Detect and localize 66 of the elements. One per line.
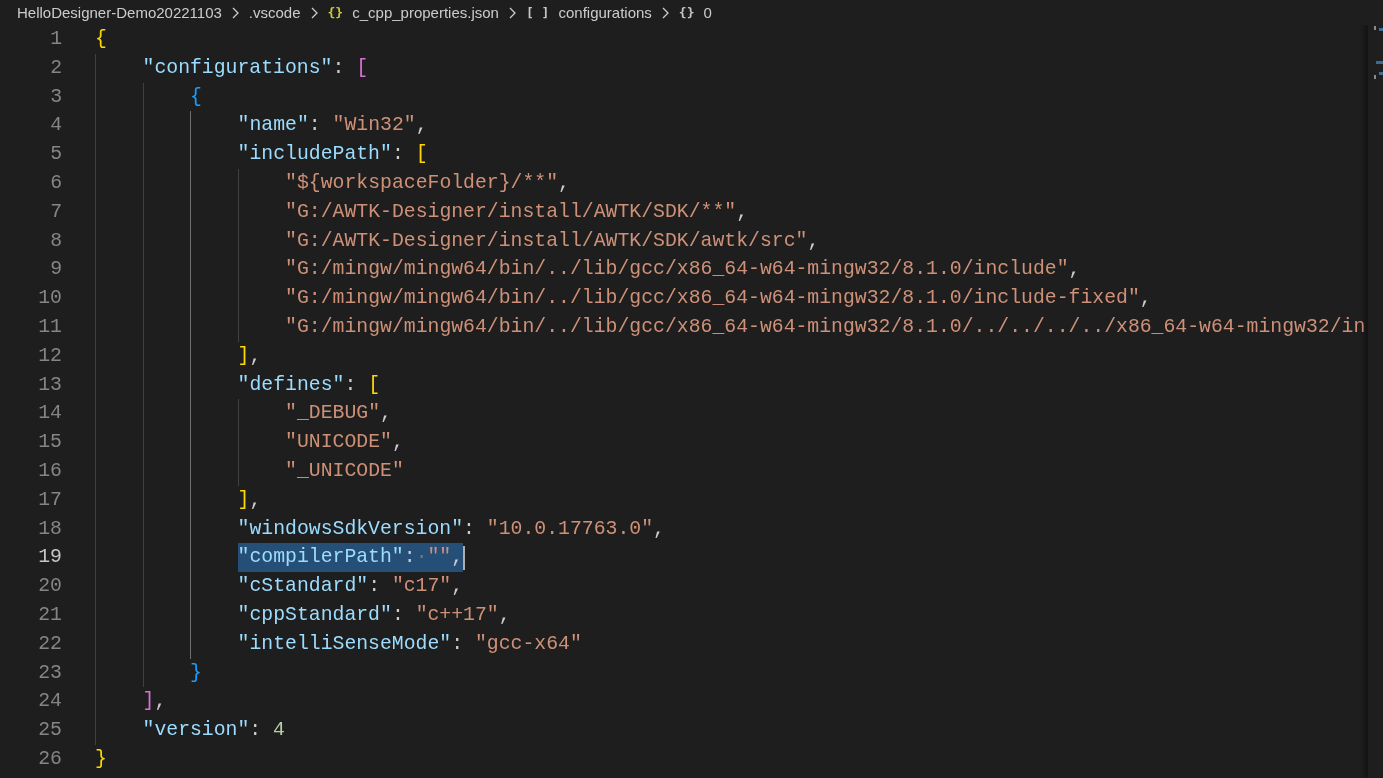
code-line: "UNICODE", <box>285 430 404 456</box>
code-line: "intelliSenseMode": "gcc-x64" <box>237 631 582 657</box>
code-line: "_UNICODE" <box>285 458 404 484</box>
line-number: 18 <box>37 516 62 542</box>
line-number: 3 <box>49 84 62 110</box>
line-number: 15 <box>37 430 62 456</box>
breadcrumb-item[interactable]: {} c_cpp_properties.json <box>327 2 499 23</box>
line-number: 23 <box>37 660 62 686</box>
breadcrumb-item[interactable]: {} 0 <box>678 2 712 23</box>
line-number: 7 <box>49 199 62 225</box>
code-line: } <box>95 746 107 772</box>
line-number: 10 <box>37 286 62 312</box>
braces-icon: {} <box>327 4 344 21</box>
code-line: "G:/AWTK-Designer/install/AWTK/SDK/awtk/src", <box>285 228 820 254</box>
line-number: 19 <box>37 545 62 571</box>
line-number: 22 <box>37 631 62 657</box>
code-line: "windowsSdkVersion": "10.0.17763.0", <box>237 516 665 542</box>
code-line: "cStandard": "c17", <box>237 574 464 600</box>
breadcrumb-item[interactable]: [ ] configurations <box>525 2 652 23</box>
brackets-icon: [ ] <box>525 4 550 21</box>
chevron-right-icon <box>508 6 516 19</box>
code-line: { <box>190 84 202 110</box>
line-number: 12 <box>37 343 62 369</box>
code-line: ], <box>237 487 262 513</box>
line-number: 1 <box>49 27 62 52</box>
code-line: "G:/mingw/mingw64/bin/../lib/gcc/x86_64-w64-mingw32/8.1.0/../../../../x86_64-w64-mingw32/in <box>285 314 1366 340</box>
line-number: 21 <box>37 602 62 628</box>
line-number: 9 <box>49 257 62 283</box>
code-line: "G:/mingw/mingw64/bin/../lib/gcc/x86_64-w64-mingw32/8.1.0/include", <box>285 257 1081 283</box>
code-line: "includePath": [ <box>237 142 428 168</box>
line-number: 16 <box>37 458 62 484</box>
code-line: "cppStandard": "c++17", <box>237 602 511 628</box>
chevron-right-icon <box>310 6 318 19</box>
code-line: "G:/AWTK-Designer/install/AWTK/SDK/**", <box>285 199 749 225</box>
chevron-right-icon <box>231 6 239 19</box>
line-number: 26 <box>37 746 62 772</box>
code-line: "defines": [ <box>237 372 380 398</box>
code-line: ], <box>237 343 262 369</box>
code-line: "version": 4 <box>142 718 285 744</box>
line-number: 24 <box>37 689 62 715</box>
line-number: 14 <box>37 401 62 427</box>
line-number: 25 <box>37 718 62 744</box>
overview-ruler[interactable] <box>1367 25 1383 778</box>
line-number: 20 <box>37 574 62 600</box>
breadcrumb-item[interactable]: HelloDesigner-Demo20221103 <box>17 2 222 23</box>
chevron-right-icon <box>661 6 669 19</box>
line-number: 5 <box>49 142 62 168</box>
code-line: ], <box>142 689 167 715</box>
line-number: 2 <box>49 55 62 81</box>
line-number: 13 <box>37 372 62 398</box>
line-number: 11 <box>37 314 62 340</box>
code-line: "_DEBUG", <box>285 401 392 427</box>
code-line: "G:/mingw/mingw64/bin/../lib/gcc/x86_64-w64-mingw32/8.1.0/include-fixed", <box>285 286 1152 312</box>
code-line: "name": "Win32", <box>237 113 428 139</box>
breadcrumb-item[interactable]: .vscode <box>248 2 301 23</box>
line-number: 6 <box>49 171 62 196</box>
line-number: 8 <box>49 228 62 254</box>
text-cursor <box>463 545 466 570</box>
code-line: } <box>190 660 202 686</box>
line-number: 4 <box>49 113 62 139</box>
braces-icon: {} <box>678 4 695 21</box>
code-line: "${workspaceFolder}/**", <box>285 171 570 196</box>
code-line: "configurations": [ <box>142 55 369 81</box>
code-line: { <box>95 27 107 52</box>
ruler-mark <box>1376 61 1383 64</box>
line-number: 17 <box>37 487 62 513</box>
